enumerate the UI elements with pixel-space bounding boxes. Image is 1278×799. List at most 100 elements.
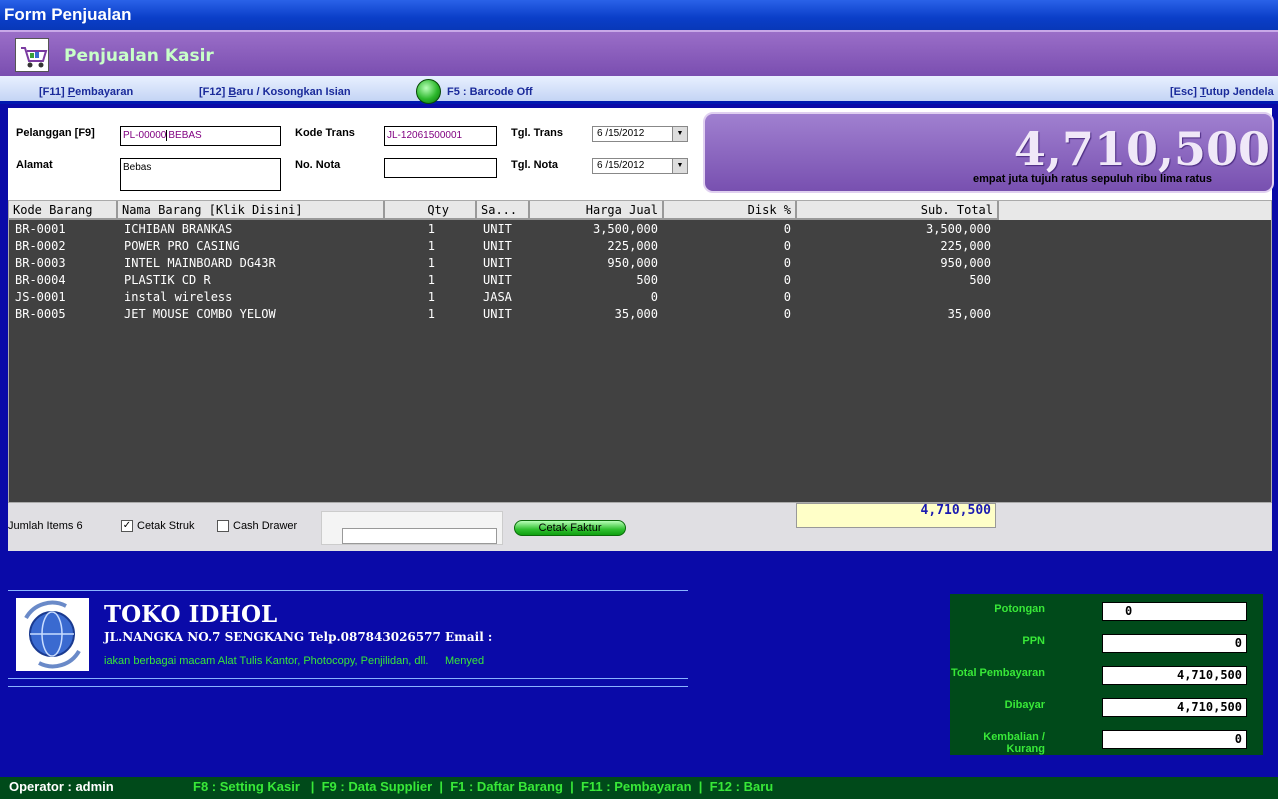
cetak-struk-checkbox[interactable]: ✓ Cetak Struk — [121, 520, 194, 533]
shopping-cart-icon — [15, 38, 49, 72]
total-in-words: empat juta tujuh ratus sepuluh ribu lima… — [973, 173, 1212, 185]
cell-subtotal: 500 — [969, 273, 991, 287]
grid-header: Kode Barang Nama Barang [Klik Disini] Qt… — [9, 201, 1271, 220]
cell-harga: 3,500,000 — [592, 222, 658, 236]
col-kode-barang[interactable]: Kode Barang — [9, 201, 118, 220]
cell-satuan: JASA — [483, 290, 512, 304]
pelanggan-field[interactable]: PL-00000 BEBAS — [120, 126, 281, 146]
cell-qty: 1 — [427, 222, 435, 236]
kembalian-field[interactable]: 0 — [1102, 730, 1247, 749]
divider — [8, 590, 688, 591]
banner: Penjualan Kasir — [0, 30, 1278, 76]
total-pembayaran-label: Total Pembayaran — [951, 667, 1045, 679]
grand-total: 4,710,500 — [796, 503, 996, 528]
table-row[interactable]: BR-0002 POWER PRO CASING 1 UNIT 225,000 0 225,… — [9, 239, 1009, 256]
no-nota-field[interactable] — [384, 158, 497, 178]
cell-satuan: UNIT — [483, 239, 512, 253]
pelanggan-code: PL-00000 — [123, 130, 167, 141]
total-amount: 4,710,500 — [1013, 122, 1270, 176]
payment-panel: Potongan 0 PPN 0 Total Pembayaran 4,710,… — [950, 594, 1263, 755]
cell-nama: INTEL MAINBOARD DG43R — [124, 256, 276, 270]
alamat-field[interactable]: Bebas — [120, 158, 281, 191]
pelanggan-label: Pelanggan [F9] — [16, 127, 95, 139]
table-row[interactable]: BR-0003 INTEL MAINBOARD DG43R 1 UNIT 950,000… — [9, 256, 1009, 273]
col-disk[interactable]: Disk % — [664, 201, 797, 220]
kode-trans-field[interactable]: JL-12061500001 — [384, 126, 497, 146]
cell-subtotal: 225,000 — [940, 239, 991, 253]
ppn-field[interactable]: 0 — [1102, 634, 1247, 653]
col-harga-jual[interactable]: Harga Jual — [530, 201, 664, 220]
shortcut-list: F8 : Setting Kasir | F9 : Data Supplier … — [193, 779, 774, 794]
total-pembayaran-field[interactable]: 4,710,500 — [1102, 666, 1247, 685]
dibayar-field[interactable]: 4,710,500 — [1102, 698, 1247, 717]
shop-tagline: iakan berbagai macam Alat Tulis Kantor, … — [104, 655, 429, 667]
cash-drawer-checkbox[interactable]: Cash Drawer — [217, 520, 297, 533]
divider — [8, 686, 688, 687]
cell-qty: 1 — [427, 239, 435, 253]
col-satuan[interactable]: Sa... — [477, 201, 530, 220]
table-row[interactable]: BR-0004 PLASTIK CD R 1 UNIT 500 0 500 — [9, 273, 1009, 290]
tutup-jendela-link[interactable]: [Esc] Tutup Jendela — [1170, 86, 1274, 98]
tgl-trans-label: Tgl. Trans — [511, 127, 563, 139]
jumlah-items: Jumlah Items 6 — [8, 520, 83, 532]
printer-slider[interactable] — [321, 511, 503, 545]
cell-qty: 1 — [427, 256, 435, 270]
cell-subtotal: 950,000 — [940, 256, 991, 270]
cell-disk: 0 — [783, 307, 791, 321]
col-nama-barang[interactable]: Nama Barang [Klik Disini] — [118, 201, 385, 220]
dropdown-arrow-icon[interactable]: ▼ — [672, 159, 687, 173]
cell-satuan: UNIT — [483, 256, 512, 270]
hotkey-bar: [F11] Pembayaran [F12] Baru / Kosongkan … — [0, 76, 1278, 104]
items-grid[interactable]: Kode Barang Nama Barang [Klik Disini] Qt… — [8, 200, 1272, 503]
cell-harga: 500 — [636, 273, 658, 287]
cell-qty: 1 — [427, 307, 435, 321]
dropdown-arrow-icon[interactable]: ▼ — [672, 127, 687, 141]
banner-title: Penjualan Kasir — [64, 46, 214, 66]
potongan-label: Potongan — [994, 603, 1045, 615]
no-nota-label: No. Nota — [295, 159, 341, 171]
barcode-status-icon — [416, 79, 441, 104]
table-row[interactable]: JS-0001 instal wireless 1 JASA 0 0 — [9, 290, 1009, 307]
cell-kode: JS-0001 — [15, 290, 66, 304]
divider — [8, 678, 688, 679]
cell-nama: ICHIBAN BRANKAS — [124, 222, 233, 236]
cell-kode: BR-0005 — [15, 307, 66, 321]
cell-disk: 0 — [783, 256, 791, 270]
shop-tagline-marquee: Menyed — [445, 655, 485, 667]
cell-harga: 0 — [650, 290, 658, 304]
barcode-toggle[interactable]: F5 : Barcode Off — [447, 86, 533, 98]
col-qty[interactable]: Qty — [385, 201, 477, 220]
cell-satuan: UNIT — [483, 222, 512, 236]
potongan-field[interactable]: 0 — [1102, 602, 1247, 621]
shop-address: JL.NANGKA NO.7 SENGKANG Telp.08784302657… — [104, 630, 493, 644]
cell-kode: BR-0004 — [15, 273, 66, 287]
grid-footer: Jumlah Items 6 ✓ Cetak Struk Cash Drawer … — [8, 503, 1272, 551]
shop-name: TOKO IDHOL — [104, 601, 278, 628]
cetak-faktur-button[interactable]: Cetak Faktur — [514, 520, 626, 536]
cell-disk: 0 — [783, 273, 791, 287]
alamat-label: Alamat — [16, 159, 53, 171]
cell-nama: POWER PRO CASING — [124, 239, 240, 253]
table-row[interactable]: BR-0005 JET MOUSE COMBO YELOW 1 UNIT 35,000 0… — [9, 307, 1009, 324]
tgl-nota-label: Tgl. Nota — [511, 159, 559, 171]
total-display: 4,710,500 empat juta tujuh ratus sepuluh… — [703, 112, 1274, 193]
window-title: Form Penjualan — [0, 0, 1278, 30]
cell-satuan: UNIT — [483, 307, 512, 321]
cell-harga: 950,000 — [607, 256, 658, 270]
cell-harga: 225,000 — [607, 239, 658, 253]
tgl-nota-picker[interactable]: 6 /15/2012 ▼ — [592, 158, 688, 174]
baru-link[interactable]: [F12] Baru / Kosongkan Isian — [199, 86, 351, 98]
pembayaran-link[interactable]: [F11] Pembayaran — [39, 86, 133, 98]
cell-disk: 0 — [783, 222, 791, 236]
cell-nama: instal wireless — [124, 290, 233, 304]
pelanggan-name: BEBAS — [166, 130, 202, 141]
col-sub-total[interactable]: Sub. Total — [797, 201, 999, 220]
dibayar-label: Dibayar — [1004, 699, 1045, 711]
tgl-trans-picker[interactable]: 6 /15/2012 ▼ — [592, 126, 688, 142]
kode-trans-label: Kode Trans — [295, 127, 355, 139]
cell-harga: 35,000 — [614, 307, 658, 321]
table-row[interactable]: BR-0001 ICHIBAN BRANKAS 1 UNIT 3,500,000 0 3,5… — [9, 222, 1009, 239]
cell-qty: 1 — [427, 290, 435, 304]
cell-nama: JET MOUSE COMBO YELOW — [124, 307, 276, 321]
globe-icon — [16, 598, 89, 671]
